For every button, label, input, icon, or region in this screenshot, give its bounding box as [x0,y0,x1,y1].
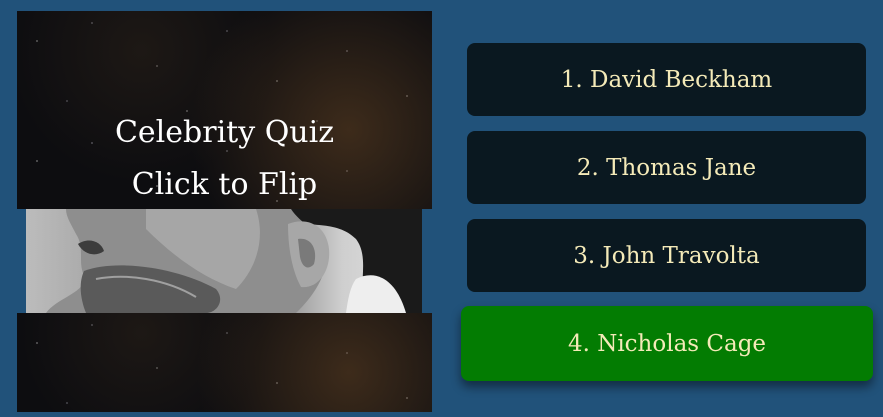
answer-button-1[interactable]: 1. David Beckham [467,43,866,116]
card-title: Celebrity Quiz Click to Flip [17,107,432,211]
answer-button-2[interactable]: 2. Thomas Jane [467,131,866,204]
flip-card[interactable]: Celebrity Quiz Click to Flip [17,11,432,412]
card-title-line-2: Click to Flip [131,167,318,202]
card-starfield-bottom [17,313,432,412]
card-title-line-1: Celebrity Quiz [114,115,335,150]
answer-button-3[interactable]: 3. John Travolta [467,219,866,292]
celebrity-photo-strip [26,209,422,313]
celebrity-face-image [46,209,422,313]
answer-button-4-correct[interactable]: 4. Nicholas Cage [461,306,873,381]
